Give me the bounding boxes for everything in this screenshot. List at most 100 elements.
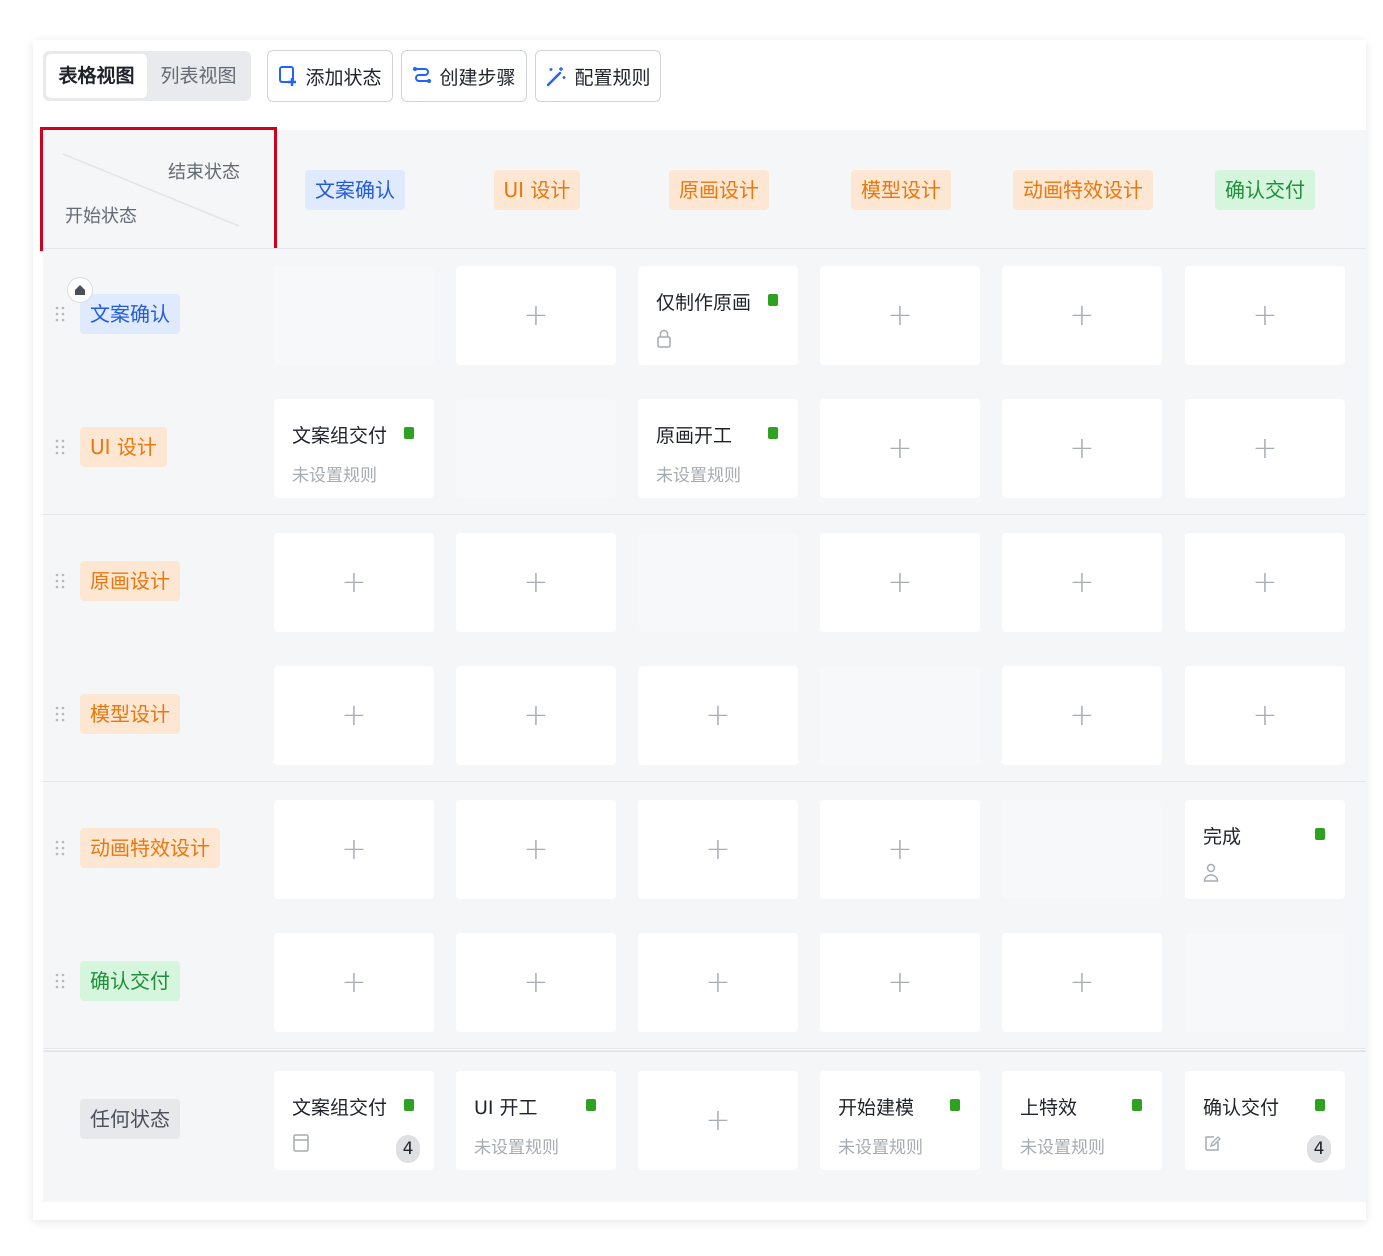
corner-header: 结束状态 开始状态 — [40, 127, 277, 251]
transition-cell[interactable]: 开始建模 未设置规则 — [820, 1071, 980, 1170]
add-transition-icon[interactable]: + — [887, 433, 912, 464]
transition-cell[interactable]: + — [274, 533, 434, 632]
table-view-tab[interactable]: 表格视图 — [46, 54, 147, 98]
add-transition-icon[interactable]: + — [1069, 967, 1094, 998]
transition-title: 开始建模 — [838, 1097, 915, 1119]
transition-cell[interactable]: + — [1002, 666, 1162, 765]
count-badge: 4 — [396, 1135, 420, 1163]
transition-cell[interactable]: + — [820, 800, 980, 899]
transition-cell[interactable]: + — [820, 933, 980, 1032]
list-view-tab[interactable]: 列表视图 — [149, 54, 248, 98]
transition-cell[interactable]: 原画开工 未设置规则 — [638, 399, 798, 498]
diagonal-divider — [62, 153, 240, 227]
transition-title: 仅制作原画 — [656, 292, 752, 314]
transition-cell[interactable]: 文案组交付 4 — [274, 1071, 434, 1170]
drag-handle-icon[interactable] — [55, 705, 65, 723]
add-transition-icon[interactable]: + — [523, 834, 548, 865]
add-transition-icon[interactable]: + — [887, 834, 912, 865]
transition-cell[interactable]: + — [274, 800, 434, 899]
add-transition-icon[interactable]: + — [705, 834, 730, 865]
add-transition-icon[interactable]: + — [523, 700, 548, 731]
row-header-tag: 文案确认 — [80, 294, 180, 334]
transition-cell[interactable]: + — [820, 399, 980, 498]
status-indicator-icon — [1132, 1099, 1142, 1111]
add-transition-icon[interactable]: + — [1252, 567, 1277, 598]
add-transition-icon[interactable]: + — [1252, 300, 1277, 331]
magic-wand-icon — [547, 67, 566, 87]
transition-cell[interactable]: 确认交付 4 — [1185, 1071, 1345, 1170]
transition-title: 文案组交付 — [292, 1097, 388, 1119]
transition-cell[interactable]: + — [1002, 266, 1162, 365]
count-badge: 4 — [1307, 1135, 1331, 1163]
transition-cell[interactable]: + — [456, 933, 616, 1032]
transition-cell[interactable]: + — [456, 533, 616, 632]
transition-cell[interactable]: 文案组交付 未设置规则 — [274, 399, 434, 498]
transition-cell[interactable]: + — [1185, 399, 1345, 498]
config-rules-button[interactable]: 配置规则 — [535, 50, 661, 102]
transition-cell[interactable]: + — [820, 266, 980, 365]
add-transition-icon[interactable]: + — [1252, 700, 1277, 731]
column-header-tag: 原画设计 — [669, 170, 769, 210]
add-transition-icon[interactable]: + — [523, 567, 548, 598]
add-transition-icon[interactable]: + — [1069, 567, 1094, 598]
transition-cell[interactable]: + — [638, 1071, 798, 1170]
column-header-tag: 动画特效设计 — [1013, 170, 1153, 210]
disabled-cell — [820, 666, 980, 765]
drag-handle-icon[interactable] — [55, 839, 65, 857]
transition-cell[interactable]: + — [1002, 933, 1162, 1032]
row-divider — [43, 248, 1366, 249]
add-transition-icon[interactable]: + — [1069, 700, 1094, 731]
steps-icon — [413, 67, 432, 83]
transition-cell[interactable]: + — [274, 933, 434, 1032]
transition-cell[interactable]: + — [274, 666, 434, 765]
rule-status-text: 未设置规则 — [656, 466, 741, 486]
row-divider — [43, 1050, 1366, 1052]
add-transition-icon[interactable]: + — [887, 300, 912, 331]
transition-title: 确认交付 — [1203, 1097, 1280, 1119]
add-transition-icon[interactable]: + — [705, 700, 730, 731]
transition-cell[interactable]: 仅制作原画 — [638, 266, 798, 365]
transition-cell[interactable]: + — [638, 800, 798, 899]
transition-cell[interactable]: + — [1002, 399, 1162, 498]
column-header-tag: 模型设计 — [851, 170, 951, 210]
add-transition-icon[interactable]: + — [705, 967, 730, 998]
add-transition-icon[interactable]: + — [341, 567, 366, 598]
disabled-cell — [1002, 800, 1162, 899]
drag-handle-icon[interactable] — [55, 572, 65, 590]
add-transition-icon[interactable]: + — [523, 967, 548, 998]
transition-cell[interactable]: + — [638, 933, 798, 1032]
transition-cell[interactable]: 上特效 未设置规则 — [1002, 1071, 1162, 1170]
transition-cell[interactable]: + — [820, 533, 980, 632]
lock-icon — [656, 328, 672, 352]
create-steps-button[interactable]: 创建步骤 — [401, 50, 527, 102]
transition-cell[interactable]: + — [1185, 533, 1345, 632]
drag-handle-icon[interactable] — [55, 305, 65, 323]
add-status-button[interactable]: 添加状态 — [267, 50, 393, 102]
status-indicator-icon — [768, 427, 778, 439]
add-transition-icon[interactable]: + — [705, 1105, 730, 1136]
add-transition-icon[interactable]: + — [523, 300, 548, 331]
end-status-label: 结束状态 — [168, 162, 240, 183]
drag-handle-icon[interactable] — [55, 972, 65, 990]
start-status-label: 开始状态 — [65, 206, 137, 227]
transition-cell[interactable]: + — [1185, 266, 1345, 365]
transition-cell[interactable]: UI 开工 未设置规则 — [456, 1071, 616, 1170]
transition-cell[interactable]: + — [1185, 666, 1345, 765]
add-transition-icon[interactable]: + — [1069, 300, 1094, 331]
add-transition-icon[interactable]: + — [341, 700, 366, 731]
transition-cell[interactable]: + — [456, 800, 616, 899]
transition-cell[interactable]: + — [456, 666, 616, 765]
user-icon — [1203, 862, 1219, 886]
transition-cell[interactable]: + — [456, 266, 616, 365]
add-transition-icon[interactable]: + — [887, 967, 912, 998]
transition-cell[interactable]: + — [1002, 533, 1162, 632]
any-status-tag: 任何状态 — [80, 1099, 180, 1139]
add-transition-icon[interactable]: + — [341, 834, 366, 865]
transition-cell[interactable]: + — [638, 666, 798, 765]
add-transition-icon[interactable]: + — [1069, 433, 1094, 464]
add-transition-icon[interactable]: + — [1252, 433, 1277, 464]
add-transition-icon[interactable]: + — [887, 567, 912, 598]
transition-cell[interactable]: 完成 — [1185, 800, 1345, 899]
drag-handle-icon[interactable] — [55, 438, 65, 456]
add-transition-icon[interactable]: + — [341, 967, 366, 998]
